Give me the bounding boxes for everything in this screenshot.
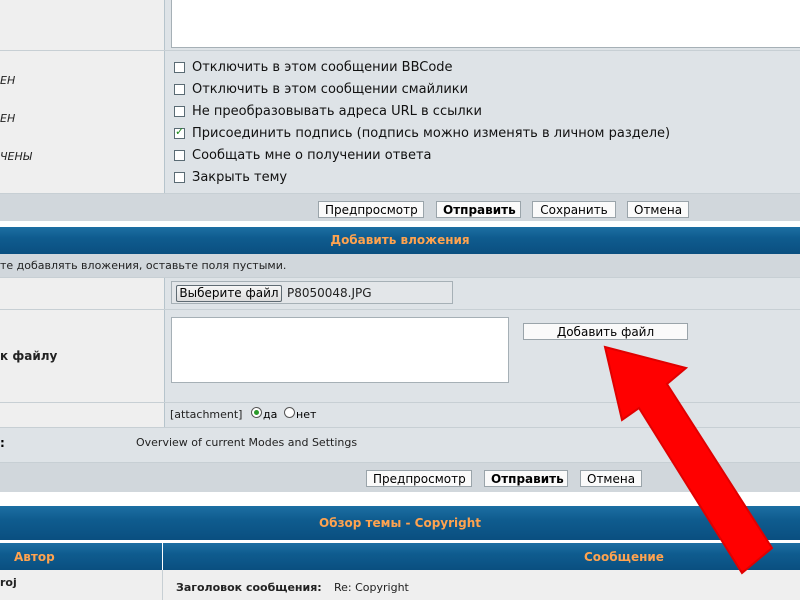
arrow-shape bbox=[603, 345, 774, 575]
red-arrow-annotation bbox=[603, 345, 774, 575]
